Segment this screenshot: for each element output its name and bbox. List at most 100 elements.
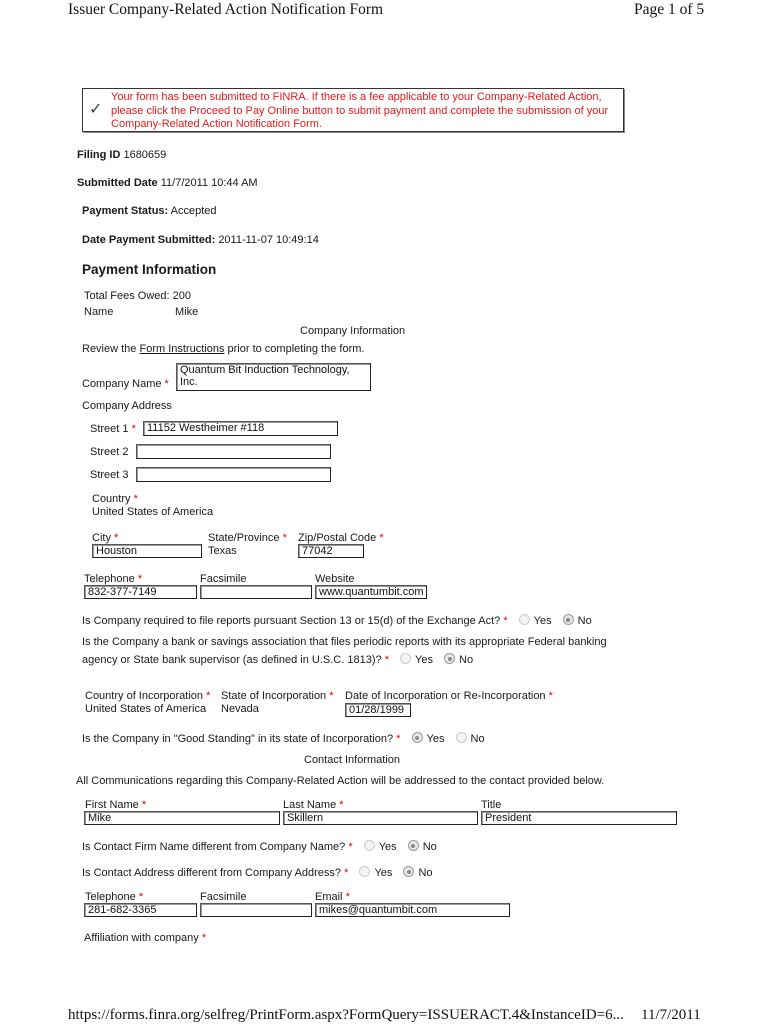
telephone-field[interactable]: 832-377-7149 [84, 585, 197, 599]
affiliation-label: Affiliation with company * [84, 932, 206, 944]
date-of-incorporation-label: Date of Incorporation or Re-Incorporatio… [345, 690, 553, 702]
street3-field[interactable] [136, 467, 331, 482]
last-name-label: Last Name * [283, 799, 344, 811]
state-label-text: State/Province [208, 532, 280, 544]
yes-label: Yes [533, 615, 552, 627]
notice-text: Your form has been submitted to FINRA. I… [111, 91, 609, 130]
question-text: Is Contact Address different from Compan… [82, 867, 342, 879]
required-mark: * [141, 799, 147, 811]
radio-no-selected[interactable] [444, 653, 456, 664]
no-label: No [422, 841, 437, 853]
total-fees: Total Fees Owed: 200 [84, 290, 191, 302]
submitted-date-label: Submitted Date [77, 177, 158, 189]
zip-field[interactable]: 77042 [298, 544, 364, 558]
label-text: Last Name [283, 799, 337, 811]
label-text: Date of Incorporation or Re-Incorporatio… [345, 690, 546, 702]
state-label: State/Province * [208, 532, 287, 544]
question-contact-firm: Is Contact Firm Name different from Comp… [82, 840, 437, 853]
telephone-label: Telephone * [84, 573, 142, 585]
date-payment-label: Date Payment Submitted: [82, 234, 216, 246]
fax-field[interactable] [200, 585, 312, 599]
telephone-label-text: Telephone [84, 573, 135, 585]
filing-id-label: Filing ID [77, 149, 121, 161]
title-field[interactable]: President [481, 811, 677, 825]
required-mark: * [384, 654, 389, 666]
document-title: Issuer Company-Related Action Notificati… [68, 1, 384, 18]
radio-no-selected[interactable] [562, 614, 574, 625]
yes-label: Yes [426, 733, 445, 745]
website-label: Website [315, 573, 355, 585]
label-text: State of Incorporation [221, 690, 327, 702]
company-name-field[interactable]: Quantum Bit Induction Technology, Inc. [176, 363, 371, 391]
required-mark: * [133, 493, 138, 505]
review-suffix: prior to completing the form. [224, 343, 365, 355]
required-mark: * [201, 932, 207, 944]
radio-yes[interactable] [363, 840, 375, 851]
required-mark: * [396, 733, 401, 745]
no-label: No [577, 615, 592, 627]
radio-no-selected[interactable] [403, 866, 415, 877]
company-name-line2: Inc. [180, 376, 198, 388]
street2-field[interactable] [136, 444, 331, 459]
country-label: Country * [92, 493, 138, 505]
label-text: Telephone [85, 891, 136, 903]
payment-name-value: Mike [175, 306, 199, 318]
payment-status-label: Payment Status: [82, 205, 169, 217]
question-exchange-act: Is Company required to file reports purs… [82, 614, 592, 627]
no-label: No [459, 654, 474, 666]
title-label: Title [481, 799, 502, 811]
radio-yes[interactable] [400, 653, 412, 664]
required-mark: * [503, 615, 508, 627]
last-name-field[interactable]: Skillern [283, 811, 478, 825]
radio-yes[interactable] [518, 614, 530, 625]
no-label: No [470, 733, 485, 745]
contact-information-title: Contact Information [304, 754, 400, 766]
state-of-incorporation-label: State of Incorporation * [221, 690, 334, 702]
question-text: Is Company required to file reports purs… [82, 615, 501, 627]
date-payment-value: 2011-11-07 10:49:14 [218, 234, 319, 246]
total-fees-label: Total Fees Owed: [84, 290, 170, 302]
required-mark: * [282, 532, 287, 544]
form-instructions-link[interactable]: Form Instructions [139, 343, 224, 355]
payment-status: Payment Status: Accepted [82, 205, 217, 217]
state-of-incorporation-value: Nevada [221, 703, 259, 715]
country-label-text: Country [92, 493, 131, 505]
state-value: Texas [208, 545, 237, 557]
city-field[interactable]: Houston [92, 544, 202, 558]
question-text: agency or State bank supervisor (as defi… [82, 654, 382, 666]
street1-label: Street 1 * [90, 423, 136, 435]
total-fees-value: 200 [172, 290, 192, 302]
required-mark: * [344, 867, 349, 879]
first-name-field[interactable]: Mike [84, 811, 280, 825]
contact-email-field[interactable]: mikes@quantumbit.com [315, 903, 510, 917]
contact-note: All Communications regarding this Compan… [76, 775, 605, 787]
payment-information-heading: Payment Information [82, 262, 217, 277]
payment-status-value: Accepted [170, 205, 217, 217]
submitted-date: Submitted Date 11/7/2011 10:44 AM [77, 177, 258, 189]
date-payment-submitted: Date Payment Submitted: 2011-11-07 10:49… [82, 234, 319, 246]
company-address-label: Company Address [82, 400, 172, 412]
street1-field[interactable]: 11152 Westheimer #118 [143, 421, 338, 436]
website-field[interactable]: www.quantumbit.com [315, 585, 427, 599]
question-text: Is the Company in "Good Standing" in its… [82, 733, 394, 745]
zip-label-text: Zip/Postal Code [298, 532, 377, 544]
radio-no[interactable] [455, 732, 467, 743]
date-of-incorporation-field[interactable]: 01/28/1999 [345, 703, 411, 717]
filing-id: Filing ID 1680659 [77, 149, 166, 161]
required-mark: * [345, 891, 350, 903]
company-name-line1: Quantum Bit Induction Technology, [180, 364, 350, 376]
required-mark: * [138, 891, 144, 903]
required-mark: * [548, 690, 553, 702]
radio-no-selected[interactable] [407, 840, 419, 851]
contact-fax-field[interactable] [200, 903, 312, 917]
radio-yes[interactable] [359, 866, 371, 877]
review-instructions: Review the Form Instructions prior to co… [82, 343, 364, 355]
radio-yes-selected[interactable] [411, 732, 423, 743]
contact-telephone-field[interactable]: 281-682-3365 [84, 903, 197, 917]
company-name-label: Company Name * [82, 378, 169, 390]
zip-label: Zip/Postal Code * [298, 532, 384, 544]
review-prefix: Review the [82, 343, 140, 355]
city-label: City * [92, 532, 118, 544]
question-good-standing: Is the Company in "Good Standing" in its… [82, 732, 485, 745]
required-mark: * [379, 532, 384, 544]
